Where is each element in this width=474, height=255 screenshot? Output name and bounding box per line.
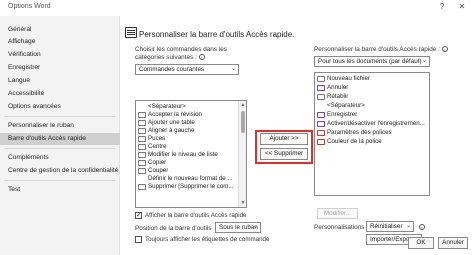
scroll-down-icon[interactable]: ▼ <box>239 200 246 206</box>
list-item[interactable]: Couleur de la police › <box>317 138 382 146</box>
redo-icon <box>317 94 325 101</box>
sidebar-item-test[interactable]: Test <box>0 184 120 196</box>
chevron-right-icon: › <box>378 139 380 145</box>
undo-icon <box>317 85 325 92</box>
info-icon: i <box>419 224 425 230</box>
choose-commands-label: Choisir les commandes dans les <box>135 46 227 53</box>
page-title: Personnaliser la barre d'outils Accès ra… <box>139 30 295 39</box>
sidebar-item-centre-confidentialite[interactable]: Centre de gestion de la confidentialité <box>0 165 120 177</box>
add-button[interactable]: Ajouter >> <box>260 133 308 145</box>
accept-revision-icon <box>138 112 146 119</box>
delete-comment-icon <box>138 184 146 191</box>
cut-icon <box>138 168 146 175</box>
track-changes-icon <box>317 121 325 128</box>
font-color-icon <box>317 139 325 146</box>
sidebar-item-options-avancees[interactable]: Options avancées <box>0 101 120 113</box>
save-icon <box>317 112 325 119</box>
list-item[interactable]: Supprimer [Supprimer le com... <box>138 183 234 191</box>
close-button[interactable]: ✕ <box>456 2 468 11</box>
list-item[interactable]: Activer/désactiver l'enregistremen... <box>317 120 425 128</box>
chevron-right-icon: › <box>344 85 347 91</box>
cancel-button[interactable]: Annuler <box>438 237 468 249</box>
document-scope-select[interactable]: Pour tous les documents (par défaut) ⌄ <box>314 56 430 67</box>
remove-button[interactable]: << Supprimer <box>260 148 308 160</box>
table-icon <box>138 120 146 127</box>
main-panel: Personnaliser la barre d'outils Accès ra… <box>121 16 474 255</box>
modify-button[interactable]: Modifier... <box>317 208 358 219</box>
font-settings-icon <box>317 130 325 137</box>
reset-button[interactable]: Réinitialiser ⌄ <box>366 221 414 232</box>
checkbox-checked-icon <box>135 211 142 219</box>
always-show-labels-checkbox[interactable]: Toujours afficher les étiquettes de comm… <box>135 236 269 243</box>
chevron-down-icon: ⌄ <box>252 224 258 230</box>
sidebar-item-verification[interactable]: Vérification <box>0 49 120 61</box>
checkbox-unchecked-icon <box>135 236 142 243</box>
choose-commands-label-2: catégories suivantes :i <box>135 54 205 61</box>
chevron-down-icon: ⌄ <box>421 58 427 64</box>
available-commands-list[interactable]: <Séparateur> Accepter la révision Ajoute… <box>135 100 247 208</box>
chevron-right-icon: › <box>214 152 216 158</box>
sidebar-item-langue[interactable]: Langue <box>0 75 120 87</box>
align-left-icon <box>138 128 146 135</box>
scroll-up-icon[interactable]: ▲ <box>239 102 246 108</box>
sidebar-divider <box>4 148 116 149</box>
sidebar-item-barre-acces-rapide[interactable]: Barre d'outils Accès rapide <box>0 133 120 145</box>
list-item[interactable]: Rétablir <box>317 93 348 101</box>
customize-qat-label: Personnaliser la barre d'outils Accès ra… <box>314 46 448 53</box>
title-bar: Options Word ? ✕ <box>0 0 474 16</box>
align-center-icon <box>138 144 146 151</box>
show-qat-checkbox[interactable]: Afficher la barre d'outils Accès rapide <box>135 211 247 219</box>
toolbar-icon <box>125 27 137 38</box>
list-item[interactable]: Annuler › <box>317 84 348 92</box>
scroll-thumb[interactable] <box>241 111 245 133</box>
list-item[interactable]: Paramètres des polices <box>317 129 392 137</box>
qat-commands-list[interactable]: Nouveau fichier Annuler › Rétablir <Sépar… <box>314 72 430 196</box>
commands-category-select[interactable]: Commandes courantes ⌄ <box>135 64 239 75</box>
list-item[interactable]: Nouveau fichier <box>317 75 370 83</box>
bullets-icon <box>138 136 146 143</box>
list-item[interactable]: <Séparateur> <box>327 102 365 110</box>
sidebar-item-affichage[interactable]: Affichage <box>0 36 120 48</box>
sidebar-divider <box>4 180 116 181</box>
customizations-label: Personnalisations : <box>314 224 368 231</box>
chevron-down-icon: ⌄ <box>230 66 236 72</box>
list-item[interactable]: Enregistrer <box>317 111 357 119</box>
sidebar-item-complements[interactable]: Compléments <box>0 152 120 164</box>
sidebar-divider <box>4 116 116 117</box>
sidebar-item-accessibilite[interactable]: Accessibilité <box>0 88 120 100</box>
new-file-icon <box>317 76 325 83</box>
help-button[interactable]: ? <box>436 2 448 11</box>
info-icon: i <box>441 46 448 53</box>
sidebar: Général Affichage Vérification Enregistr… <box>0 16 120 255</box>
ok-button[interactable]: OK <box>408 237 434 249</box>
sidebar-item-general[interactable]: Général <box>0 24 120 36</box>
position-label: Position de la barre d'outils <box>135 225 212 232</box>
copy-icon <box>138 160 146 167</box>
info-icon: i <box>198 54 205 61</box>
sidebar-item-enregistrer[interactable]: Enregistrer <box>0 62 120 74</box>
window-title: Options Word <box>8 3 51 10</box>
left-list-scrollbar[interactable]: ▲ ▼ <box>238 101 246 207</box>
chevron-down-icon: ⌄ <box>405 223 411 229</box>
position-select[interactable]: Sous le ruban ⌄ <box>215 222 261 233</box>
list-level-icon <box>138 152 146 159</box>
sidebar-item-personnaliser-ruban[interactable]: Personnaliser le ruban <box>0 120 120 132</box>
